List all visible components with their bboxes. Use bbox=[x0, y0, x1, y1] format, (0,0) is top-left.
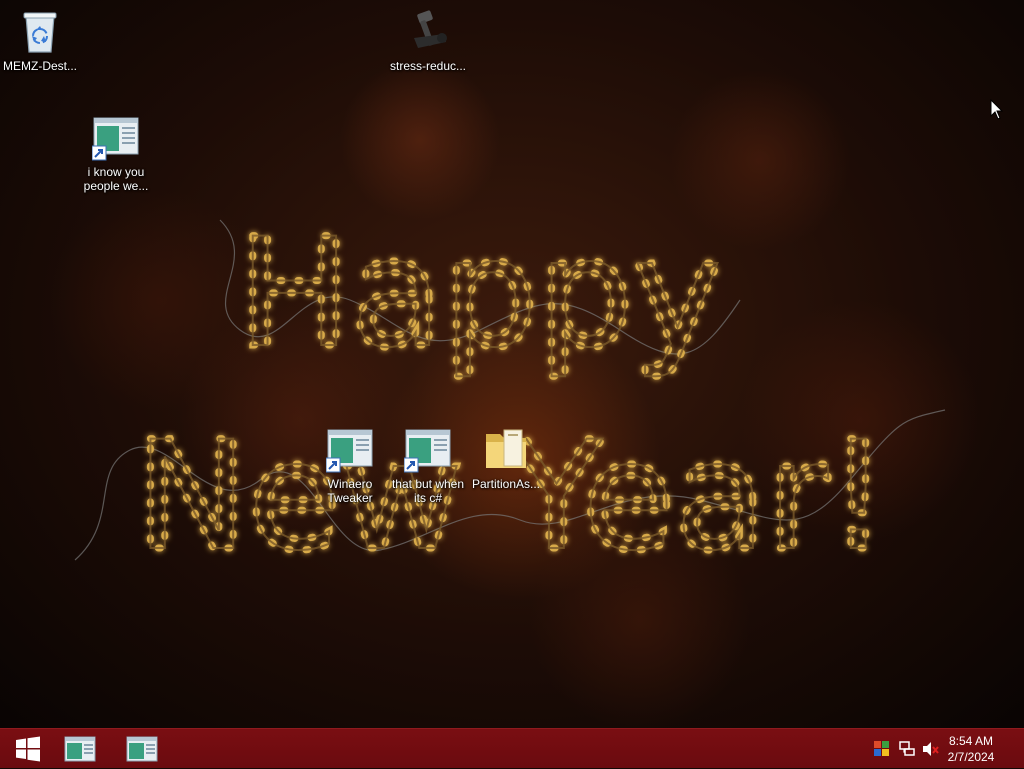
program-shortcut-icon bbox=[91, 114, 140, 162]
taskbar-app-1[interactable] bbox=[52, 729, 108, 769]
desktop-icon-stress-reduc[interactable]: stress-reduc... bbox=[386, 8, 470, 73]
network-icon[interactable] bbox=[897, 739, 917, 759]
desktop-icon-label: that but when its c# bbox=[391, 477, 465, 505]
taskbar: 8:54 AM 2/7/2024 bbox=[0, 728, 1024, 768]
program-shortcut-icon bbox=[325, 426, 374, 474]
desktop-icon-i-know-you[interactable]: i know you people we... bbox=[74, 114, 158, 193]
desktop-icon-winaero-tweaker[interactable]: Winaero Tweaker bbox=[308, 426, 392, 505]
new-year-wallpaper-text: Happy Happy New Year! New Year! bbox=[74, 204, 946, 588]
desktop-icon-label: PartitionAs... bbox=[471, 477, 541, 491]
desktop[interactable]: Happy Happy New Year! New Year! MEMZ-Des… bbox=[0, 0, 1024, 728]
desktop-icon-memz-dest[interactable]: MEMZ-Dest... bbox=[0, 8, 82, 73]
folder-icon bbox=[482, 426, 530, 474]
program-window-icon bbox=[126, 736, 158, 762]
hammer-tool-icon bbox=[404, 8, 452, 56]
mouse-cursor-icon bbox=[990, 99, 1004, 120]
desktop-icon-label: i know you people we... bbox=[83, 165, 149, 193]
action-center-flag-icon[interactable] bbox=[872, 739, 892, 759]
desktop-icon-label: Winaero Tweaker bbox=[327, 477, 373, 505]
taskbar-app-2[interactable] bbox=[114, 729, 170, 769]
windows-logo-icon bbox=[16, 736, 40, 762]
desktop-icon-label: stress-reduc... bbox=[389, 59, 467, 73]
clock-time: 8:54 AM bbox=[948, 734, 994, 748]
greeting-line-happy-outline: Happy bbox=[238, 207, 722, 381]
desktop-icon-partitionas[interactable]: PartitionAs... bbox=[464, 426, 548, 491]
program-window-icon bbox=[64, 736, 96, 762]
start-button[interactable] bbox=[0, 729, 56, 769]
system-clock[interactable]: 8:54 AM 2/7/2024 bbox=[936, 733, 1006, 765]
desktop-icon-label: MEMZ-Dest... bbox=[3, 59, 77, 73]
program-shortcut-icon bbox=[403, 426, 452, 474]
clock-date: 2/7/2024 bbox=[947, 750, 995, 764]
desktop-icon-that-but-when[interactable]: that but when its c# bbox=[386, 426, 470, 505]
recycle-bin-icon bbox=[16, 8, 64, 56]
